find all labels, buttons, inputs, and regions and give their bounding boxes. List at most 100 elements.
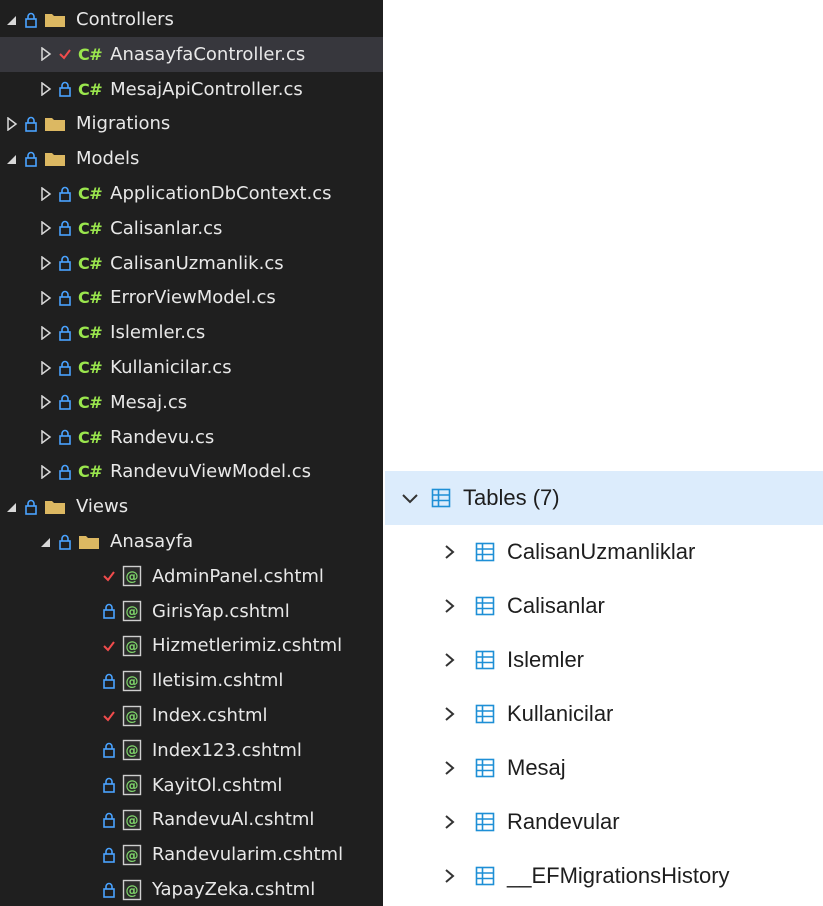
caret-right-icon[interactable] bbox=[40, 290, 52, 305]
razor-file-icon: @ bbox=[122, 879, 142, 900]
table-node[interactable]: CalisanUzmanliklar bbox=[385, 525, 823, 579]
tree-item-label: MesajApiController.cs bbox=[110, 78, 303, 100]
tree-item[interactable]: C# Kullanicilar.cs bbox=[0, 350, 383, 385]
tree-item[interactable]: C# RandevuViewModel.cs bbox=[0, 454, 383, 489]
table-node[interactable]: Calisanlar bbox=[385, 579, 823, 633]
chevron-right-icon[interactable] bbox=[443, 867, 455, 885]
check-icon bbox=[59, 49, 71, 60]
lock-icon bbox=[59, 255, 71, 271]
tree-item[interactable]: Anasayfa bbox=[0, 524, 383, 559]
chevron-right-icon[interactable] bbox=[443, 543, 455, 561]
razor-file-icon: @ bbox=[122, 809, 142, 831]
chevron-right-icon[interactable] bbox=[443, 651, 455, 669]
razor-file-icon: @ bbox=[122, 844, 142, 865]
tree-item[interactable]: @ AdminPanel.cshtml bbox=[0, 559, 383, 594]
lock-icon bbox=[59, 429, 71, 445]
lock-icon bbox=[59, 81, 71, 97]
table-node[interactable]: Randevular bbox=[385, 795, 823, 849]
tree-item[interactable]: @ KayitOl.cshtml bbox=[0, 768, 383, 803]
table-node[interactable]: Islemler bbox=[385, 633, 823, 687]
tree-item[interactable]: @ Hizmetlerimiz.cshtml bbox=[0, 628, 383, 663]
tree-item[interactable]: C# Calisanlar.cs bbox=[0, 211, 383, 246]
tree-item[interactable]: C# Mesaj.cs bbox=[0, 385, 383, 420]
tree-item[interactable]: @ Index123.cshtml bbox=[0, 733, 383, 768]
tree-item[interactable]: @ Iletisim.cshtml bbox=[0, 663, 383, 698]
tree-item-label: RandevuAl.cshtml bbox=[152, 809, 315, 831]
tree-item-label: Views bbox=[76, 496, 129, 518]
tree-item-label: KayitOl.cshtml bbox=[152, 774, 283, 796]
check-icon bbox=[103, 571, 115, 582]
caret-right-icon[interactable] bbox=[6, 116, 18, 131]
table-node-label: CalisanUzmanliklar bbox=[507, 539, 696, 564]
tree-item[interactable]: C# ErrorViewModel.cs bbox=[0, 280, 383, 315]
caret-right-icon[interactable] bbox=[40, 82, 52, 97]
chevron-right-icon[interactable] bbox=[443, 705, 455, 723]
table-node[interactable]: Kullanicilar bbox=[385, 687, 823, 741]
caret-right-icon[interactable] bbox=[40, 47, 52, 62]
tree-item[interactable]: C# AnasayfaController.cs bbox=[0, 36, 383, 72]
lock-icon bbox=[103, 673, 115, 689]
csharp-file-icon: C# bbox=[78, 462, 103, 482]
lock-icon bbox=[103, 812, 115, 828]
tree-item[interactable]: C# CalisanUzmanlik.cs bbox=[0, 246, 383, 281]
tree-item[interactable]: C# Islemler.cs bbox=[0, 315, 383, 350]
caret-down-icon[interactable] bbox=[6, 13, 18, 27]
tree-item-label: GirisYap.cshtml bbox=[152, 600, 290, 622]
tree-item-label: Index123.cshtml bbox=[152, 739, 302, 761]
table-icon bbox=[475, 866, 495, 886]
tree-item[interactable]: @ Randevularim.cshtml bbox=[0, 837, 383, 872]
tree-item[interactable]: Views bbox=[0, 489, 383, 524]
svg-text:@: @ bbox=[126, 709, 139, 724]
tree-item[interactable]: Migrations bbox=[0, 106, 383, 141]
lock-icon bbox=[103, 777, 115, 793]
tree-item[interactable]: @ Index.cshtml bbox=[0, 698, 383, 733]
lock-icon bbox=[59, 395, 71, 411]
tree-item[interactable]: @ GirisYap.cshtml bbox=[0, 594, 383, 629]
chevron-right-icon[interactable] bbox=[443, 597, 455, 615]
caret-right-icon[interactable] bbox=[40, 186, 52, 201]
table-icon bbox=[475, 812, 495, 832]
tree-item[interactable]: C# Randevu.cs bbox=[0, 420, 383, 455]
svg-text:@: @ bbox=[126, 744, 139, 759]
caret-down-icon[interactable] bbox=[40, 535, 52, 549]
lock-icon bbox=[59, 360, 71, 376]
lock-icon bbox=[103, 882, 115, 898]
tree-item-label: Models bbox=[76, 148, 140, 170]
tree-item[interactable]: Controllers bbox=[0, 2, 383, 37]
csharp-file-icon: C# bbox=[78, 427, 103, 447]
tree-item[interactable]: Models bbox=[0, 141, 383, 176]
folder-icon bbox=[45, 501, 65, 515]
tree-item[interactable]: @ YapayZeka.cshtml bbox=[0, 872, 383, 906]
caret-right-icon[interactable] bbox=[40, 395, 52, 410]
caret-right-icon[interactable] bbox=[40, 464, 52, 479]
tree-item[interactable]: C# ApplicationDbContext.cs bbox=[0, 176, 383, 211]
caret-right-icon[interactable] bbox=[40, 360, 52, 375]
table-node[interactable]: __EFMigrationsHistory bbox=[385, 849, 823, 903]
table-icon bbox=[431, 488, 451, 508]
chevron-down-icon[interactable] bbox=[401, 492, 419, 504]
tables-node[interactable]: Tables (7) bbox=[385, 471, 823, 525]
tree-item-label: Anasayfa bbox=[110, 531, 194, 552]
tree-item[interactable]: @ RandevuAl.cshtml bbox=[0, 802, 383, 837]
table-node[interactable]: Mesaj bbox=[385, 741, 823, 795]
caret-right-icon[interactable] bbox=[40, 221, 52, 236]
database-tables-tree: Tables (7) CalisanUzmanliklar Calisanlar I… bbox=[385, 471, 823, 906]
csharp-file-icon: C# bbox=[78, 358, 103, 377]
caret-right-icon[interactable] bbox=[40, 430, 52, 445]
lock-icon bbox=[25, 499, 37, 515]
csharp-file-icon: C# bbox=[78, 218, 103, 238]
folder-icon bbox=[45, 118, 65, 132]
chevron-right-icon[interactable] bbox=[443, 813, 455, 831]
tree-item-label: ErrorViewModel.cs bbox=[110, 287, 276, 309]
caret-right-icon[interactable] bbox=[40, 325, 52, 340]
tree-item-label: Hizmetlerimiz.cshtml bbox=[152, 635, 343, 657]
lock-icon bbox=[25, 12, 37, 28]
caret-right-icon[interactable] bbox=[40, 256, 52, 271]
table-icon bbox=[475, 758, 495, 778]
chevron-right-icon[interactable] bbox=[443, 759, 455, 777]
svg-text:@: @ bbox=[126, 779, 139, 794]
caret-down-icon[interactable] bbox=[6, 500, 18, 514]
tree-item-label: AnasayfaController.cs bbox=[110, 43, 306, 65]
caret-down-icon[interactable] bbox=[6, 152, 18, 166]
tree-item[interactable]: C# MesajApiController.cs bbox=[0, 72, 383, 107]
